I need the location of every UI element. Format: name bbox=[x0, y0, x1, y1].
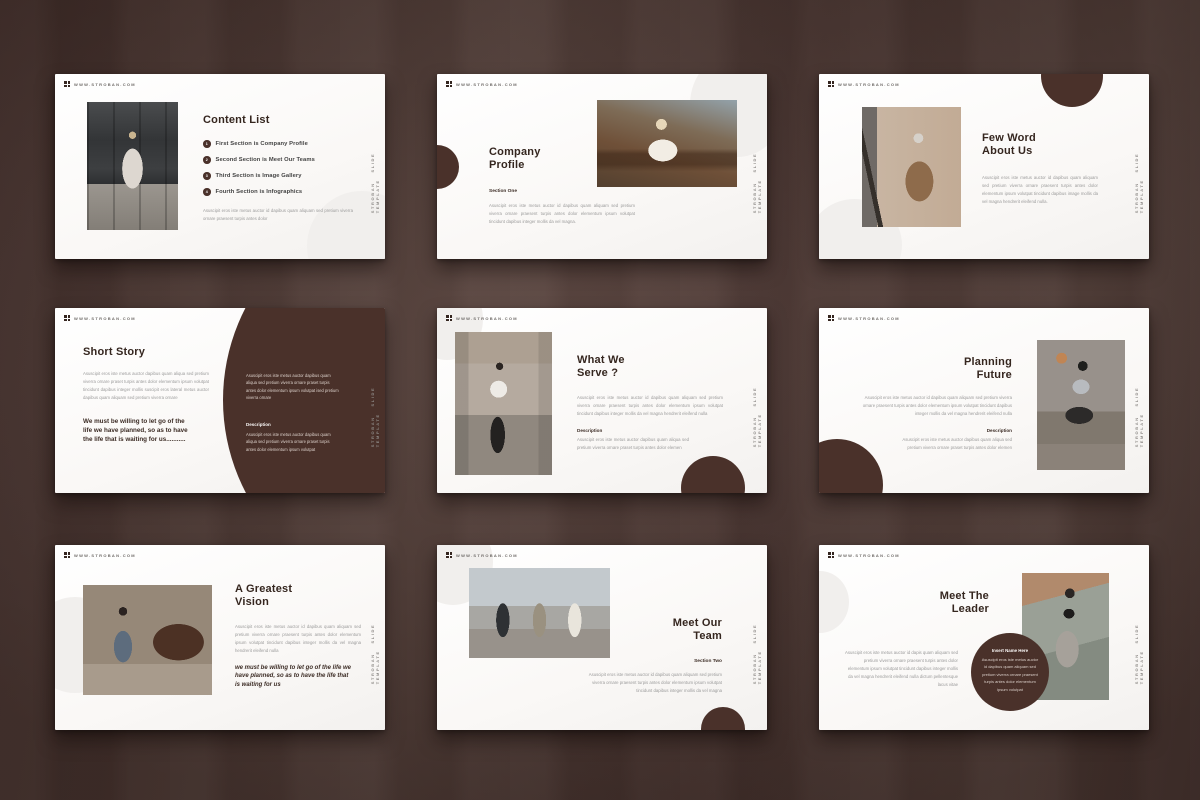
website-url: WWW.STROBAN.COM bbox=[74, 82, 136, 87]
slide-title: Few Word About Us bbox=[982, 132, 1040, 158]
slide-body: Asuscipit eros iste metus auctor id dapi… bbox=[577, 671, 722, 695]
photo-man-with-horse bbox=[83, 585, 212, 695]
decor-accent-circle bbox=[1041, 74, 1103, 107]
list-item: 2 Second Section is Meet Our Teams bbox=[203, 156, 315, 164]
slide-body: Asuscipit eros iste metus auctor id dapi… bbox=[844, 649, 958, 689]
photo-woman-glass-wall bbox=[87, 102, 178, 230]
slide-body: Asuscipit eros iste metus auctor id dapi… bbox=[854, 394, 1012, 418]
description-body: Asuscipit eros iste metus auctor dapibus… bbox=[246, 431, 339, 453]
number-badge: 1 bbox=[203, 140, 211, 148]
brand-logo-icon bbox=[446, 81, 452, 87]
decor-accent-half-circle bbox=[681, 456, 745, 493]
side-vertical-text: STROBAN SLIDE TEMPLATE bbox=[752, 591, 762, 684]
side-vertical-text: STROBAN SLIDE TEMPLATE bbox=[370, 591, 380, 684]
photo-person-courtyard bbox=[455, 332, 552, 475]
slide-title: A Greatest Vision bbox=[235, 583, 297, 609]
photo-woman-brown-coat bbox=[862, 107, 961, 227]
side-vertical-text: STROBAN SLIDE TEMPLATE bbox=[1134, 354, 1144, 447]
list-item: 3 Third Section is Image Gallery bbox=[203, 172, 315, 180]
section-label: Section Two bbox=[622, 659, 722, 664]
slide-body: Asuscipit eros iste metus auctor dapibus… bbox=[83, 370, 209, 402]
slide-quote: We must be willing to let go of the life… bbox=[83, 418, 195, 444]
website-url: WWW.STROBAN.COM bbox=[74, 553, 136, 558]
photo-woman-black-hat bbox=[1037, 340, 1125, 470]
number-badge: 2 bbox=[203, 156, 211, 164]
photo-blonde-woman-fence bbox=[597, 100, 737, 187]
slide-what-we-serve: WWW.STROBAN.COM STROBAN SLIDE TEMPLATE W… bbox=[437, 308, 767, 493]
slide-company-profile: WWW.STROBAN.COM STROBAN SLIDE TEMPLATE C… bbox=[437, 74, 767, 259]
description-label: Description bbox=[246, 422, 271, 427]
slide-title: Meet The Leader bbox=[931, 590, 989, 616]
slide-a-greatest-vision: WWW.STROBAN.COM STROBAN SLIDE TEMPLATE A… bbox=[55, 545, 385, 730]
brand-logo-icon bbox=[64, 552, 70, 558]
website-url: WWW.STROBAN.COM bbox=[838, 82, 900, 87]
slide-body: Asuscipit eros iste metus auctor id dapi… bbox=[235, 623, 361, 655]
slide-meet-our-team: WWW.STROBAN.COM STROBAN SLIDE TEMPLATE M… bbox=[437, 545, 767, 730]
brand-logo-icon bbox=[64, 81, 70, 87]
description-body: Asuscipit eros iste metus auctor dapibus… bbox=[892, 436, 1012, 452]
website-url: WWW.STROBAN.COM bbox=[74, 316, 136, 321]
photo-three-men-street bbox=[469, 568, 610, 658]
slide-short-story: WWW.STROBAN.COM STROBAN SLIDE TEMPLATE S… bbox=[55, 308, 385, 493]
number-badge: 4 bbox=[203, 188, 211, 196]
slide-title: Short Story bbox=[83, 346, 145, 359]
side-vertical-text: STROBAN SLIDE TEMPLATE bbox=[370, 120, 380, 213]
slide-title: Planning Future bbox=[952, 356, 1012, 382]
slide-note: Asuscipit eros iste metus auctor id dapi… bbox=[203, 207, 353, 223]
side-vertical-text: STROBAN SLIDE TEMPLATE bbox=[1134, 120, 1144, 213]
slide-quote: we must be willing to let go of the life… bbox=[235, 664, 353, 689]
decor-light-circle bbox=[819, 571, 849, 633]
leader-circle-body: Asuscipit eros iste metus auctor id dapi… bbox=[981, 656, 1039, 693]
side-vertical-text: STROBAN SLIDE TEMPLATE bbox=[1134, 591, 1144, 684]
website-url: WWW.STROBAN.COM bbox=[456, 82, 518, 87]
brand-logo-icon bbox=[446, 315, 452, 321]
brand-logo-icon bbox=[828, 81, 834, 87]
number-badge: 3 bbox=[203, 172, 211, 180]
section-label: Section One bbox=[489, 189, 517, 194]
website-url: WWW.STROBAN.COM bbox=[838, 316, 900, 321]
slide-title: Meet Our Team bbox=[665, 617, 722, 643]
side-vertical-text: STROBAN SLIDE TEMPLATE bbox=[752, 354, 762, 447]
description-body: Asuscipit eros iste metus auctor dapibus… bbox=[577, 436, 689, 452]
slide-few-word-about-us: WWW.STROBAN.COM STROBAN SLIDE TEMPLATE F… bbox=[819, 74, 1149, 259]
decor-accent-half-circle bbox=[437, 145, 459, 189]
slide-title: What We Serve ? bbox=[577, 354, 633, 380]
slide-meet-the-leader: WWW.STROBAN.COM STROBAN SLIDE TEMPLATE M… bbox=[819, 545, 1149, 730]
brand-logo-icon bbox=[64, 315, 70, 321]
slide-planning-future: WWW.STROBAN.COM STROBAN SLIDE TEMPLATE P… bbox=[819, 308, 1149, 493]
slide-body: Asuscipit eros iste metus auctor id dapi… bbox=[577, 394, 723, 418]
slide-body: Asuscipit eros iste metus auctor id dapi… bbox=[489, 202, 635, 226]
website-url: WWW.STROBAN.COM bbox=[838, 553, 900, 558]
list-item: 1 First Section is Company Profile bbox=[203, 140, 315, 148]
description-label: Description bbox=[577, 428, 602, 433]
slide-title: Content List bbox=[203, 114, 270, 127]
slide-title: Company Profile bbox=[489, 146, 551, 172]
leader-name-label: Insert Name Here bbox=[992, 648, 1028, 653]
brand-logo-icon bbox=[446, 552, 452, 558]
description-label: Description bbox=[912, 428, 1012, 433]
decor-accent-half-circle bbox=[701, 707, 745, 730]
side-vertical-text: STROBAN SLIDE TEMPLATE bbox=[752, 120, 762, 213]
list-item: 4 Fourth Section is Infographics bbox=[203, 188, 315, 196]
brand-logo-icon bbox=[828, 315, 834, 321]
website-url: WWW.STROBAN.COM bbox=[456, 553, 518, 558]
circle-body-text: Asuscipit eros iste metus auctor dapibus… bbox=[246, 372, 339, 401]
content-list: 1 First Section is Company Profile 2 Sec… bbox=[203, 140, 315, 196]
slide-body: Asuscipit eros iste metus auctor id dapi… bbox=[982, 174, 1098, 206]
leader-name-circle: Insert Name Here Asuscipit eros iste met… bbox=[971, 633, 1049, 711]
slide-header: WWW.STROBAN.COM bbox=[64, 81, 136, 87]
website-url: WWW.STROBAN.COM bbox=[456, 316, 518, 321]
decor-accent-circle bbox=[819, 439, 883, 493]
slide-content-list: WWW.STROBAN.COM STROBAN SLIDE TEMPLATE C… bbox=[55, 74, 385, 259]
side-vertical-text: STROBAN SLIDE TEMPLATE bbox=[370, 354, 380, 447]
brand-logo-icon bbox=[828, 552, 834, 558]
